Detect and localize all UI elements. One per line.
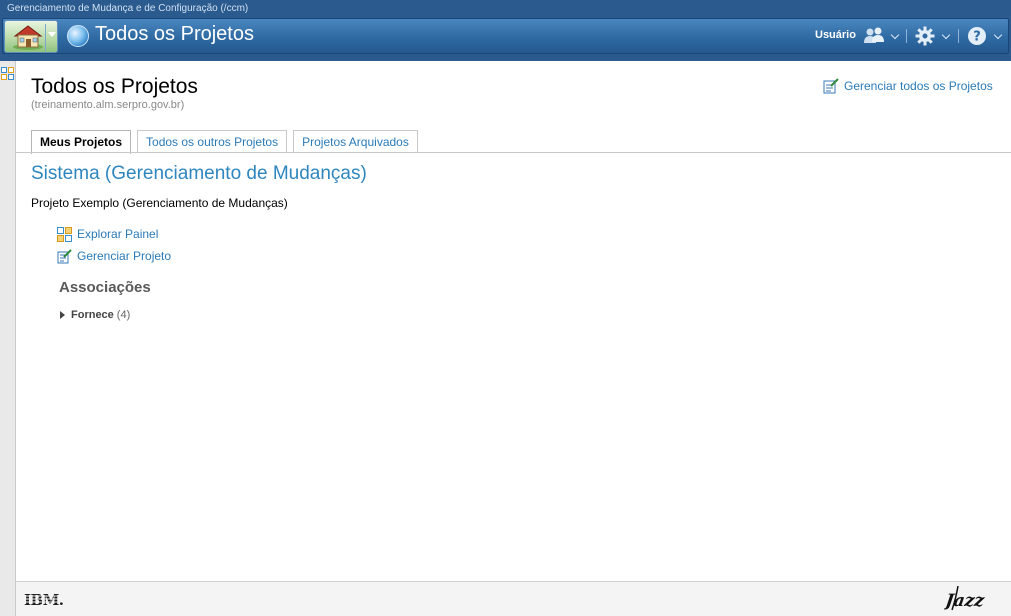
toolbar-divider — [958, 29, 959, 43]
tab-archived-projects[interactable]: Projetos Arquivados — [293, 130, 418, 152]
page-title: Todos os Projetos — [31, 75, 198, 98]
manage-project-icon — [57, 248, 72, 263]
home-divider — [45, 24, 46, 51]
manage-project-icon — [823, 78, 839, 94]
project-name: Projeto Exemplo (Gerenciamento de Mudanç… — [31, 196, 288, 210]
manage-project-label: Gerenciar Projeto — [77, 249, 172, 263]
association-name: Fornece — [71, 309, 114, 321]
window-title: Gerenciamento de Mudança e de Configuraç… — [7, 3, 249, 14]
association-count: (4) — [116, 309, 131, 321]
manage-all-projects-label: Gerenciar todos os Projetos — [844, 79, 993, 93]
tab-other-projects[interactable]: Todos os outros Projetos — [137, 130, 288, 152]
associations-heading: Associações — [59, 279, 151, 296]
chevron-down-icon[interactable] — [890, 30, 900, 40]
explore-dashboard-label: Explorar Painel — [77, 227, 159, 241]
jazz-logo: Jazz — [944, 585, 986, 611]
explore-dashboard-link[interactable]: Explorar Painel — [57, 225, 158, 243]
help-icon[interactable]: ? — [966, 25, 988, 47]
page-heading: Todos os Projetos — [95, 23, 254, 45]
project-tabs: Meus Projetos Todos os outros Projetos P… — [31, 130, 424, 154]
server-name: (treinamento.alm.serpro.gov.br) — [31, 99, 185, 111]
expand-triangle-icon[interactable] — [60, 311, 65, 319]
toolbar-divider — [906, 29, 907, 43]
svg-text:?: ? — [973, 30, 981, 45]
dashboard-icon — [57, 226, 72, 242]
left-rail — [0, 61, 16, 616]
home-icon — [13, 25, 43, 50]
ibm-logo: IBM. — [24, 591, 70, 609]
gear-icon[interactable] — [914, 25, 936, 47]
globe-icon — [67, 25, 89, 47]
home-menu-button[interactable] — [4, 20, 58, 53]
association-provides[interactable]: Fornece (4) — [60, 308, 130, 322]
main-content: Todos os Projetos (treinamento.alm.serpr… — [16, 61, 1011, 581]
user-label[interactable]: Usuário — [815, 29, 856, 41]
chevron-down-icon — [48, 32, 56, 37]
top-toolbar: Todos os Projetos Usuário ? — [2, 18, 1009, 54]
project-area-title[interactable]: Sistema (Gerenciamento de Mudanças) — [31, 163, 367, 185]
chevron-down-icon[interactable] — [941, 30, 951, 40]
chevron-down-icon[interactable] — [993, 30, 1003, 40]
tabs-divider — [16, 152, 1011, 153]
svg-text:IBM.: IBM. — [24, 591, 64, 609]
manage-project-link[interactable]: Gerenciar Projeto — [57, 247, 171, 265]
footer: IBM. Jazz — [16, 581, 1011, 616]
users-icon[interactable] — [863, 25, 885, 47]
dashboard-icon[interactable] — [1, 67, 14, 80]
tab-my-projects[interactable]: Meus Projetos — [31, 130, 132, 154]
app-header: Gerenciamento de Mudança e de Configuraç… — [0, 0, 1011, 61]
manage-all-projects-link[interactable]: Gerenciar todos os Projetos — [823, 77, 993, 95]
svg-text:Jazz: Jazz — [944, 591, 986, 611]
